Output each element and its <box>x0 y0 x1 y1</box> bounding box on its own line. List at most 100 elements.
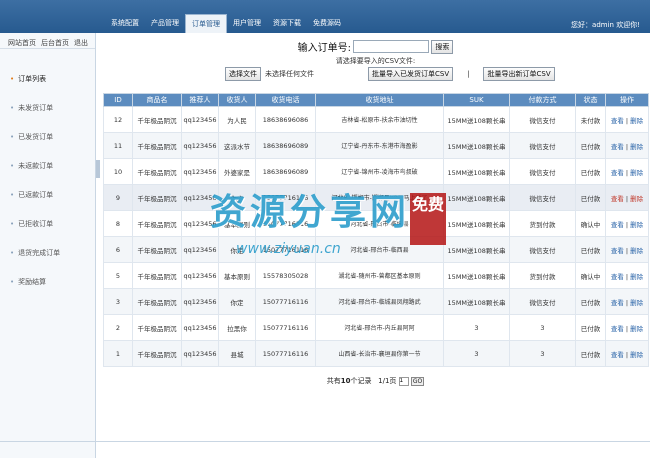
view-link[interactable]: 查看 <box>611 143 624 151</box>
tab-free-source[interactable]: 免费源码 <box>307 14 347 33</box>
sidebar-item-reward-settlement[interactable]: 奖励结算 <box>0 268 95 297</box>
delete-link[interactable]: 删除 <box>630 247 643 255</box>
tab-product-management[interactable]: 产品管理 <box>145 14 185 33</box>
cell-actions: 查看 | 删除 <box>605 210 649 237</box>
sidebar-item-rejected[interactable]: 已拒收订单 <box>0 210 95 239</box>
cell-id: 8 <box>103 210 133 237</box>
table-row: 3 千年极品阴沉 qq123456 你定 15077716116 河北省-邢台市-临城县凤… <box>103 288 649 315</box>
cell-actions: 查看 | 删除 <box>605 184 649 211</box>
cell-referrer: qq123456 <box>181 132 219 159</box>
cell-product: 千年极品阴沉 <box>132 314 182 341</box>
search-label: 输入订单号: <box>297 43 351 54</box>
cell-product: 千年极品阴沉 <box>132 262 182 289</box>
header-col-address: 收货地址 <box>315 93 444 107</box>
cell-status: 已付款 <box>575 184 606 211</box>
order-number-input[interactable] <box>353 40 430 53</box>
cell-status: 已付款 <box>575 236 606 263</box>
cell-name: 你定 <box>218 184 256 211</box>
cell-name: 你定 <box>218 236 256 263</box>
choose-file-button[interactable]: 选择文件 <box>225 67 261 81</box>
cell-address: 吉林省-松原市-扶余市油切性 <box>315 106 444 133</box>
cell-payment: 微信支付 <box>509 288 576 315</box>
sidebar-item-unshipped[interactable]: 未发货订单 <box>0 94 95 123</box>
sidebar-collapse-handle[interactable] <box>96 160 100 178</box>
header-col-id: ID <box>103 93 133 107</box>
cell-id: 2 <box>103 314 133 341</box>
export-csv-button[interactable]: 批量导出新订单CSV <box>483 67 555 81</box>
delete-link[interactable]: 删除 <box>630 143 643 151</box>
delete-link[interactable]: 删除 <box>630 117 643 125</box>
tab-system-config[interactable]: 系统配置 <box>105 14 145 33</box>
view-link[interactable]: 查看 <box>611 299 624 307</box>
cell-referrer: qq123456 <box>181 314 219 341</box>
top-bar: 系统配置 产品管理 订单管理 用户管理 资源下载 免费源码 您好：admin 欢… <box>0 0 650 33</box>
cell-id: 9 <box>103 184 133 211</box>
header-col-actions: 操作 <box>605 93 649 107</box>
page-input[interactable] <box>398 376 409 386</box>
search-button[interactable]: 搜索 <box>431 39 454 54</box>
delete-link[interactable]: 删除 <box>630 169 643 177</box>
header-col-phone: 收货电话 <box>255 93 316 107</box>
header-col-product: 商品名 <box>132 93 182 107</box>
sidebar-item-unrefunded[interactable]: 未返款订单 <box>0 152 95 181</box>
view-link[interactable]: 查看 <box>611 325 624 333</box>
cell-payment: 3 <box>509 314 576 341</box>
cell-payment: 3 <box>509 340 576 367</box>
delete-link[interactable]: 删除 <box>630 351 643 359</box>
cell-payment: 微信支付 <box>509 236 576 263</box>
sidebar-item-order-list[interactable]: 订单列表 <box>0 65 95 94</box>
delete-link[interactable]: 删除 <box>630 221 643 229</box>
cell-address: 河北省-邢台市-临城县凤翔路武 <box>315 288 444 315</box>
delete-link[interactable]: 删除 <box>630 325 643 333</box>
view-link[interactable]: 查看 <box>611 351 624 359</box>
cell-product: 千年极品阴沉 <box>132 210 182 237</box>
table-row: 9 千年极品阴沉 qq123456 你定 15077716116 河北省-邯郸市-邯郸县X… <box>103 184 649 211</box>
cell-phone: 18638696086 <box>255 106 316 133</box>
cell-phone: 15077716116 <box>255 184 316 211</box>
tab-resource-download[interactable]: 资源下载 <box>267 14 307 33</box>
logout-link[interactable]: 退出 <box>74 38 88 48</box>
cell-payment: 微信支付 <box>509 106 576 133</box>
view-link[interactable]: 查看 <box>611 117 624 125</box>
view-link[interactable]: 查看 <box>611 221 624 229</box>
cell-product: 千年极品阴沉 <box>132 106 182 133</box>
sidebar-item-returned[interactable]: 退货完成订单 <box>0 239 95 268</box>
header-col-name: 收货人 <box>218 93 256 107</box>
delete-link[interactable]: 删除 <box>630 195 643 203</box>
total-count: 10 <box>340 377 351 385</box>
table-row: 2 千年极品阴沉 qq123456 拉黑你 15077716116 河北省-邢台市-内丘县… <box>103 314 649 341</box>
delete-link[interactable]: 删除 <box>630 273 643 281</box>
sidebar-item-refunded[interactable]: 已返款订单 <box>0 181 95 210</box>
cell-suk: 15MM送108颗长串 <box>443 262 510 289</box>
cell-phone: 15077716116 <box>255 236 316 263</box>
tab-user-management[interactable]: 用户管理 <box>227 14 267 33</box>
header-col-referrer: 推荐人 <box>181 93 219 107</box>
view-link[interactable]: 查看 <box>611 273 624 281</box>
site-home-link[interactable]: 网站首页 <box>8 38 36 48</box>
sidebar-item-shipped[interactable]: 已发货订单 <box>0 123 95 152</box>
cell-product: 千年极品阴沉 <box>132 132 182 159</box>
header-col-payment: 付款方式 <box>509 93 576 107</box>
view-link[interactable]: 查看 <box>611 169 624 177</box>
view-link[interactable]: 查看 <box>611 247 624 255</box>
go-button[interactable]: GO <box>410 376 425 386</box>
cell-payment: 微信支付 <box>509 132 576 159</box>
cell-phone: 15077716116 <box>255 210 316 237</box>
cell-suk: 3 <box>443 314 510 341</box>
cell-status: 确认中 <box>575 262 606 289</box>
delete-link[interactable]: 删除 <box>630 299 643 307</box>
import-csv-button[interactable]: 批量导入已发货订单CSV <box>368 67 454 81</box>
tab-order-management[interactable]: 订单管理 <box>185 14 227 33</box>
total-prefix: 共有 <box>326 377 341 385</box>
admin-home-link[interactable]: 后台首页 <box>41 38 69 48</box>
table-row: 8 千年极品阴沉 qq123456 基本原则 15077716116 河北省-邢台市-临城… <box>103 210 649 237</box>
cell-name: 基本原则 <box>218 210 256 237</box>
cell-payment: 货到付款 <box>509 210 576 237</box>
cell-product: 千年极品阴沉 <box>132 158 182 185</box>
cell-status: 已付款 <box>575 132 606 159</box>
cell-actions: 查看 | 删除 <box>605 106 649 133</box>
cell-status: 已付款 <box>575 158 606 185</box>
cell-product: 千年极品阴沉 <box>132 184 182 211</box>
search-row: 输入订单号: 搜索 <box>101 39 650 54</box>
view-link[interactable]: 查看 <box>611 195 624 203</box>
